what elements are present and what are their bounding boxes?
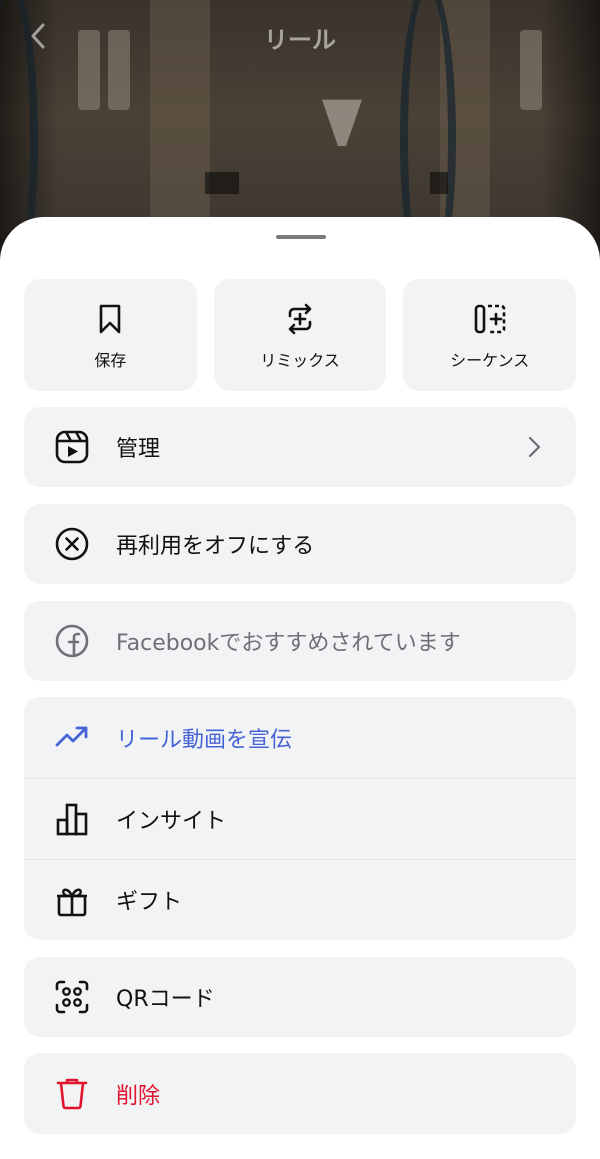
video-decor [322, 99, 362, 146]
facebook-recommended-label: Facebookでおすすめされています [116, 631, 461, 656]
promote-reel-item[interactable]: リール動画を宣伝 [24, 697, 576, 778]
close-circle-icon [55, 527, 89, 561]
top-bar: リール [0, 0, 600, 72]
promote-insights-gifts-card: リール動画を宣伝 インサイト ギフト [24, 697, 576, 940]
delete-label: 削除 [116, 1083, 161, 1109]
bookmark-icon [100, 304, 121, 334]
sheet-drag-handle[interactable] [276, 235, 326, 239]
insights-label: インサイト [116, 809, 227, 834]
trending-up-icon [55, 726, 88, 747]
manage-label: 管理 [116, 437, 161, 462]
video-decor [430, 172, 448, 194]
page-title: リール [264, 26, 336, 54]
facebook-recommended-item[interactable]: Facebookでおすすめされています [24, 601, 576, 681]
gifts-item[interactable]: ギフト [24, 859, 576, 940]
bar-chart-icon [56, 803, 88, 836]
delete-item[interactable]: 削除 [24, 1053, 576, 1134]
turn-off-reuse-label: 再利用をオフにする [116, 534, 315, 559]
qr-code-icon [55, 980, 89, 1014]
save-button[interactable]: 保存 [24, 279, 197, 391]
facebook-icon [55, 624, 89, 658]
video-decor [205, 172, 239, 194]
trash-icon [56, 1078, 88, 1110]
remix-label: リミックス [260, 351, 340, 370]
qr-card: QRコード [24, 957, 576, 1037]
promote-reel-label: リール動画を宣伝 [116, 727, 293, 753]
sequence-button[interactable]: シーケンス [403, 279, 577, 391]
manage-item[interactable]: 管理 [24, 407, 576, 487]
chevron-right-icon [528, 436, 541, 458]
insights-item[interactable]: インサイト [24, 778, 576, 859]
gift-icon [57, 888, 87, 917]
delete-card: 削除 [24, 1053, 576, 1134]
facebook-card: Facebookでおすすめされています [24, 601, 576, 681]
save-label: 保存 [94, 351, 127, 370]
sequence-label: シーケンス [450, 351, 530, 370]
remix-icon [288, 303, 312, 335]
qr-code-item[interactable]: QRコード [24, 957, 576, 1037]
remix-button[interactable]: リミックス [213, 279, 387, 391]
sequence-icon [474, 304, 505, 334]
quick-actions: 保存 リミックス シーケンス [24, 279, 577, 391]
qr-code-label: QRコード [116, 987, 215, 1012]
reels-icon [55, 430, 89, 464]
gifts-label: ギフト [116, 890, 183, 915]
options-bottom-sheet: 保存 リミックス シーケンス 管理 再利用をオフにする Facebookでおすす… [0, 217, 600, 1159]
manage-card: 管理 [24, 407, 576, 487]
turn-off-reuse-item[interactable]: 再利用をオフにする [24, 504, 576, 584]
reuse-off-card: 再利用をオフにする [24, 504, 576, 584]
